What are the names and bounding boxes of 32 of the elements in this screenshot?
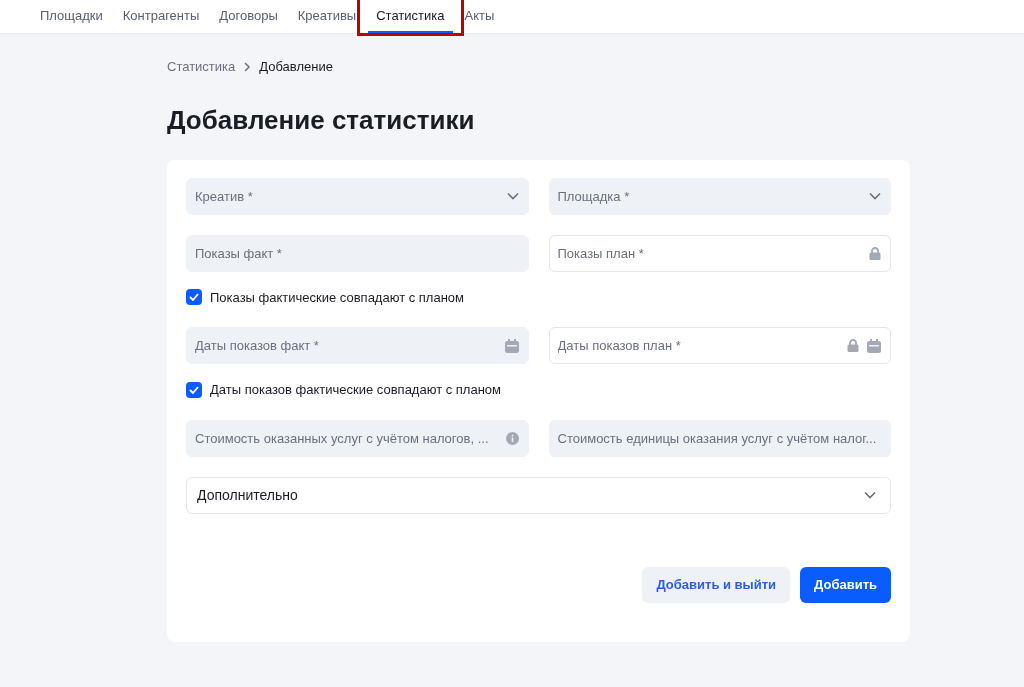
nav-tab[interactable]: Договоры	[211, 0, 286, 33]
chevron-down-icon	[869, 192, 881, 200]
checkbox[interactable]	[186, 289, 202, 306]
add-button[interactable]: Добавить	[800, 566, 891, 603]
checkbox-label: Даты показов фактические совпадают с планом	[210, 381, 502, 399]
nav-tab[interactable]: Контрагенты	[114, 0, 208, 33]
breadcrumb-link[interactable]: Статистика	[167, 57, 236, 77]
checkbox-label: Показы фактические совпадают с планом	[210, 288, 465, 307]
select-field[interactable]: Креатив *	[186, 177, 529, 215]
input-field[interactable]: Стоимость оказанных услуг с учётом налогов, ...	[186, 419, 529, 457]
date-field[interactable]: Даты показов факт *	[186, 327, 529, 364]
lock-icon	[847, 339, 859, 352]
date-field[interactable]: Даты показов план *	[548, 327, 891, 364]
lock-icon	[869, 246, 881, 260]
page-title: Добавление статистики	[167, 103, 476, 137]
check-icon	[189, 293, 199, 302]
nav-tab[interactable]: Площадки	[32, 0, 111, 33]
expander-dropdown[interactable]: Дополнительно	[186, 476, 891, 514]
input-field[interactable]: Стоимость единицы оказания услуг с учётом налог...	[548, 419, 891, 457]
checkbox[interactable]	[186, 381, 202, 398]
select-field[interactable]: Площадка *	[548, 177, 891, 215]
nav-tab[interactable]: Креативы	[289, 0, 365, 33]
add-and-exit-button[interactable]: Добавить и выйти	[642, 566, 791, 603]
breadcrumb-current: Добавление	[259, 58, 333, 76]
input-field[interactable]: Показы факт *	[186, 234, 529, 272]
nav-tab[interactable]: Статистика	[368, 0, 453, 33]
input-field[interactable]: Показы план *	[548, 234, 891, 272]
chevron-right-icon	[243, 61, 252, 72]
chevron-down-icon	[506, 192, 519, 200]
chevron-down-icon	[864, 491, 876, 499]
check-icon	[189, 385, 199, 394]
nav-tab[interactable]: Акты	[456, 0, 503, 33]
